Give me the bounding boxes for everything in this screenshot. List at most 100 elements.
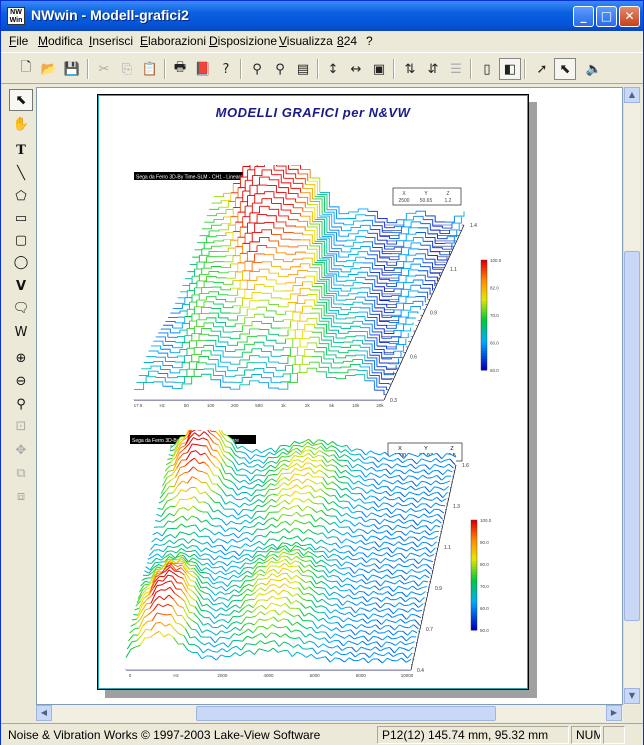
scroll-right-button[interactable]: ▶ bbox=[606, 705, 622, 721]
menu-visualizza[interactable]: Visualizza bbox=[279, 34, 333, 48]
spectrum-segment bbox=[376, 492, 382, 495]
spectrum-segment bbox=[159, 561, 165, 563]
minimize-button[interactable]: _ bbox=[573, 6, 594, 27]
window-icon[interactable]: ▤ bbox=[292, 58, 314, 80]
x-tick-label: 100 bbox=[207, 403, 215, 408]
horizontal-scrollbar[interactable]: ◀ ▶ bbox=[36, 705, 623, 722]
menu-file[interactable]: File bbox=[9, 34, 28, 48]
z-tick-label: 1.6 bbox=[462, 463, 469, 469]
horizontal-scroll-thumb[interactable] bbox=[196, 706, 496, 721]
menu-824[interactable]: 824 bbox=[337, 34, 357, 48]
line-tool-icon[interactable]: ╲ bbox=[9, 162, 33, 184]
book-icon[interactable]: 📕 bbox=[192, 58, 214, 80]
scroll-left-button[interactable]: ◀ bbox=[36, 705, 52, 721]
print-icon[interactable]: 🖶 bbox=[169, 58, 191, 80]
rectangle-tool-icon[interactable]: ▭ bbox=[9, 207, 33, 229]
maximize-button[interactable]: □ bbox=[596, 6, 617, 27]
spectrum-segment bbox=[328, 598, 333, 600]
copy-icon[interactable]: ⎘ bbox=[116, 58, 138, 80]
speaker-icon[interactable]: 🔈 bbox=[583, 58, 605, 80]
spectrum-segment bbox=[384, 226, 395, 229]
v-marker-tool-icon[interactable]: V bbox=[9, 275, 33, 297]
new-document-icon[interactable]: 🗋 bbox=[15, 58, 37, 80]
spectrum-segment bbox=[387, 219, 398, 224]
spectrum-segment bbox=[394, 452, 400, 455]
zoom-horizontal-icon[interactable]: ↔ bbox=[345, 58, 367, 80]
sort-ascending-icon[interactable]: ⇅ bbox=[399, 58, 421, 80]
spectrum-segment bbox=[294, 473, 300, 476]
vertical-scroll-thumb[interactable] bbox=[624, 251, 640, 621]
sort-descending-icon[interactable]: ⇵ bbox=[422, 58, 444, 80]
z-tick-label: 1.3 bbox=[453, 504, 460, 510]
text-tool-icon[interactable]: T bbox=[9, 139, 33, 161]
spectrum-segment bbox=[353, 241, 364, 243]
menu-help[interactable]: ? bbox=[366, 34, 373, 48]
paste-icon[interactable]: 📋 bbox=[139, 58, 161, 80]
scroll-down-button[interactable]: ▼ bbox=[624, 688, 640, 704]
find-next-icon[interactable]: ⚲ bbox=[269, 58, 291, 80]
pointer-edit-icon[interactable]: ➚ bbox=[531, 58, 553, 80]
ungroup-icon[interactable]: ⧈ bbox=[9, 485, 33, 507]
list-icon[interactable]: ☰ bbox=[445, 58, 467, 80]
spectrum-segment bbox=[263, 619, 269, 621]
spectrum-segment bbox=[313, 476, 319, 478]
page-icon[interactable]: ▯ bbox=[476, 58, 498, 80]
readout-header-x: X bbox=[398, 446, 402, 452]
open-folder-icon[interactable]: 📂 bbox=[38, 58, 60, 80]
spectrum-segment bbox=[406, 211, 417, 214]
help-pointer-icon[interactable]: ? bbox=[215, 58, 237, 80]
menu-modifica[interactable]: Modifica bbox=[38, 34, 83, 48]
waterfall-chart-top[interactable]: Sega da Ferro 3D-By Time-SLM - CH1 - Lin… bbox=[116, 165, 511, 415]
nw-object-icon[interactable]: W bbox=[9, 321, 33, 343]
x-tick-label: 2000 bbox=[217, 673, 228, 678]
page-title: MODELLI GRAFICI per N&VW bbox=[215, 105, 411, 120]
zoom-vertical-icon[interactable]: ↕ bbox=[322, 58, 344, 80]
arrow-select-icon[interactable]: ⬉ bbox=[9, 89, 33, 111]
colorbar-label: 90.0 bbox=[480, 540, 489, 545]
select-tool-icon[interactable]: ⬉ bbox=[554, 58, 576, 80]
layer-icon[interactable]: ◧ bbox=[499, 58, 521, 80]
hand-pan-icon[interactable]: ✋ bbox=[9, 113, 33, 135]
spectrum-segment bbox=[286, 514, 292, 517]
document-canvas[interactable]: MODELLI GRAFICI per N&VW Sega da Ferro 3… bbox=[36, 87, 623, 705]
spectrum-segment bbox=[133, 614, 139, 616]
spectrum-segment bbox=[343, 459, 348, 462]
spectrum-segment bbox=[318, 550, 324, 553]
title-bar[interactable]: NW Win NWwin - Modell-grafici2 _ □ ✕ bbox=[1, 1, 643, 31]
spectrum-segment bbox=[257, 625, 263, 628]
window-title: NWwin - Modell-grafici2 bbox=[31, 7, 189, 23]
group-icon[interactable]: ⧉ bbox=[9, 462, 33, 484]
zoom-fit-icon[interactable]: ⊡ bbox=[9, 415, 33, 437]
menu-disposizione[interactable]: Disposizione bbox=[209, 34, 277, 48]
callout-tool-icon[interactable]: 🗨 bbox=[9, 297, 33, 319]
polygon-tool-icon[interactable]: ⬠ bbox=[9, 185, 33, 207]
move-icon[interactable]: ✥ bbox=[9, 439, 33, 461]
waterfall-chart-bottom[interactable]: Sega da Ferro 3D-By Time-SLM - CH1 - Lin… bbox=[116, 430, 511, 690]
binoculars-icon[interactable]: ⚲ bbox=[246, 58, 268, 80]
menu-inserisci[interactable]: Inserisci bbox=[89, 34, 133, 48]
menu-bar: File Modifica Inserisci Elaborazioni Dis… bbox=[1, 31, 643, 51]
ellipse-tool-icon[interactable]: ◯ bbox=[9, 251, 33, 273]
zoom-out-icon[interactable]: ⊖ bbox=[9, 370, 33, 392]
zoom-icon[interactable]: ⚲ bbox=[9, 393, 33, 415]
spectrum-segment bbox=[192, 443, 198, 446]
menu-elaborazioni[interactable]: Elaborazioni bbox=[140, 34, 206, 48]
save-icon[interactable]: 💾 bbox=[61, 58, 83, 80]
app-logo-icon: NW Win bbox=[7, 7, 25, 25]
status-num: NUM bbox=[571, 726, 601, 744]
scroll-up-button[interactable]: ▲ bbox=[624, 87, 640, 103]
colorbar-label: 82.0 bbox=[490, 286, 499, 291]
spectrum-segment bbox=[212, 449, 218, 452]
zoom-in-icon[interactable]: ⊕ bbox=[9, 347, 33, 369]
frame-icon[interactable]: ▣ bbox=[368, 58, 390, 80]
colorbar-label: 70.0 bbox=[480, 584, 489, 589]
document-page: MODELLI GRAFICI per N&VW Sega da Ferro 3… bbox=[97, 94, 529, 690]
cut-icon[interactable]: ✂ bbox=[93, 58, 115, 80]
close-button[interactable]: ✕ bbox=[619, 6, 640, 27]
spectrum-segment bbox=[384, 309, 395, 314]
z-tick-label: 1.1 bbox=[450, 267, 457, 273]
vertical-scrollbar[interactable]: ▲ ▼ bbox=[623, 87, 640, 705]
x-tick-label: 10000 bbox=[401, 673, 414, 678]
drawing-toolbar: ⬉ ✋ T ╲ ⬠ ▭ ▢ ◯ V 🗨 W ⊕ ⊖ ⚲ ⊡ ✥ ⧉ ⧈ bbox=[5, 89, 35, 519]
rounded-rect-tool-icon[interactable]: ▢ bbox=[9, 229, 33, 251]
